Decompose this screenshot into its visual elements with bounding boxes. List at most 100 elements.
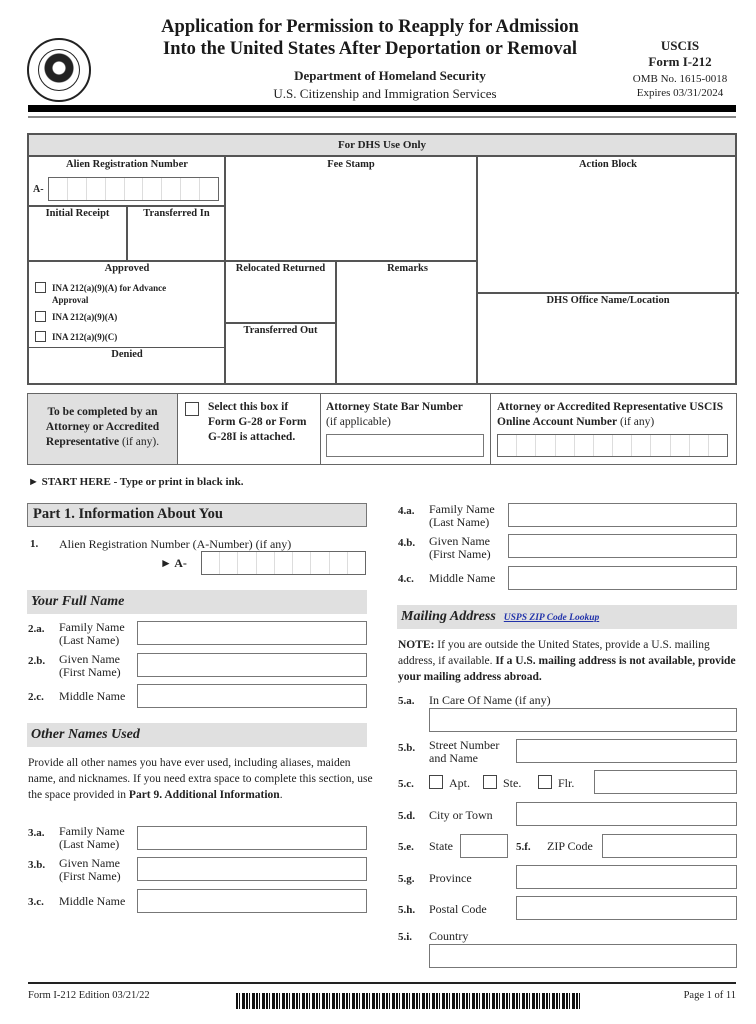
- q5c-number: 5.c.: [398, 778, 414, 790]
- checkbox[interactable]: [35, 311, 46, 322]
- other-given-name-input[interactable]: [137, 857, 367, 881]
- q2c-number: 2.c.: [28, 691, 44, 703]
- flr-checkbox[interactable]: [538, 775, 552, 789]
- checkbox[interactable]: [35, 331, 46, 342]
- middle-name-input[interactable]: [137, 684, 367, 708]
- other-family-name-2-input[interactable]: [508, 503, 737, 527]
- mailing-note: NOTE: If you are outside the United Stat…: [398, 639, 736, 683]
- divider: [476, 157, 478, 385]
- action-block-label: Action Block: [578, 159, 638, 170]
- header-rule-thin: [28, 116, 736, 118]
- approved-option-9c[interactable]: INA 212(a)(9)(C): [35, 331, 117, 343]
- q5d-number: 5.d.: [398, 810, 416, 822]
- given-name-input[interactable]: [137, 653, 367, 677]
- a-number-input[interactable]: [201, 551, 366, 575]
- q1-number: 1.: [30, 538, 39, 550]
- other-middle-name-2-input[interactable]: [508, 566, 737, 590]
- header-rule: [28, 105, 736, 112]
- zip-code-input[interactable]: [602, 834, 737, 858]
- bar-number-input[interactable]: [326, 434, 484, 457]
- g28-checkbox-cell: Select this box if Form G-28 or Form G-2…: [178, 394, 321, 464]
- q3b-number: 3.b.: [28, 859, 46, 871]
- attorney-intro: To be completed by an Attorney or Accred…: [28, 394, 178, 464]
- account-number-input[interactable]: [497, 434, 728, 457]
- postal-code-input[interactable]: [516, 896, 737, 920]
- city-input[interactable]: [516, 802, 737, 826]
- divider: [29, 205, 225, 207]
- q3a-number: 3.a.: [28, 827, 45, 839]
- country-input[interactable]: [429, 944, 737, 968]
- q1-label: Alien Registration Number (A-Number) (if…: [59, 537, 292, 551]
- state-input[interactable]: [460, 834, 508, 858]
- q1-prefix: ► A-: [160, 556, 187, 570]
- department-name: Department of Homeland Security: [294, 68, 486, 83]
- transferred-in-label: Transferred In: [143, 208, 210, 219]
- q2c-label: Middle Name: [59, 689, 126, 703]
- q2b-number: 2.b.: [28, 655, 46, 667]
- q5f-label: ZIP Code: [547, 839, 593, 853]
- omb-number: OMB No. 1615-0018: [632, 73, 728, 85]
- province-input[interactable]: [516, 865, 737, 889]
- dhs-office-label: DHS Office Name/Location: [546, 295, 670, 306]
- q5e-number: 5.e.: [398, 841, 414, 853]
- mailing-address-header: Mailing Address USPS ZIP Code Lookup: [397, 605, 737, 629]
- other-middle-name-input[interactable]: [137, 889, 367, 913]
- other-family-name-input[interactable]: [137, 826, 367, 850]
- remarks-label: Remarks: [387, 263, 428, 274]
- divider: [477, 292, 739, 294]
- q5b-label: Street Number and Name: [429, 738, 500, 765]
- q4b-number: 4.b.: [398, 537, 416, 549]
- attorney-section: To be completed by an Attorney or Accred…: [27, 393, 737, 465]
- q3c-label: Middle Name: [59, 894, 126, 908]
- account-number-label: Attorney or Accredited Representative US…: [497, 401, 724, 428]
- checkbox[interactable]: [35, 282, 46, 293]
- dhs-seal-icon: [27, 38, 91, 102]
- divider: [29, 260, 477, 262]
- denied-label: Denied: [111, 349, 143, 360]
- q5h-label: Postal Code: [429, 902, 487, 916]
- dhs-a-number-field[interactable]: [48, 177, 219, 201]
- in-care-of-input[interactable]: [429, 708, 737, 732]
- expiration-date: Expires 03/31/2024: [636, 87, 724, 99]
- q4c-number: 4.c.: [398, 573, 414, 585]
- other-given-name-2-input[interactable]: [508, 534, 737, 558]
- approved-option-advance[interactable]: INA 212(a)(9)(A) for Advance Approval: [35, 282, 166, 306]
- q5e-label: State: [429, 839, 453, 853]
- approved-label: Approved: [104, 263, 150, 274]
- form-number: Form I-212: [648, 54, 712, 69]
- dhs-use-header: For DHS Use Only: [29, 135, 735, 157]
- q5d-label: City or Town: [429, 808, 493, 822]
- fee-stamp-label: Fee Stamp: [327, 159, 375, 170]
- q2a-label: Family Name (Last Name): [59, 620, 125, 647]
- a-number-prefix: A-: [33, 184, 44, 195]
- q4c-label: Middle Name: [429, 571, 496, 585]
- q3a-label: Family Name (Last Name): [59, 824, 125, 851]
- q5a-label: In Care Of Name (if any): [429, 693, 551, 707]
- family-name-input[interactable]: [137, 621, 367, 645]
- agency-name: U.S. Citizenship and Immigration Service…: [273, 86, 497, 101]
- transferred-out-label: Transferred Out: [243, 325, 318, 336]
- q3b-label: Given Name (First Name): [59, 856, 121, 883]
- bar-number-cell: Attorney State Bar Number (if applicable): [321, 394, 491, 464]
- form-title: Application for Permission to Reapply fo…: [150, 16, 590, 60]
- ste-checkbox[interactable]: [483, 775, 497, 789]
- apt-label: Apt.: [449, 776, 470, 790]
- g28-label: Select this box if Form G-28 or Form G-2…: [208, 401, 307, 443]
- barcode-icon: [236, 993, 581, 1009]
- agency-short: USCIS: [660, 38, 700, 53]
- apt-checkbox[interactable]: [429, 775, 443, 789]
- q2b-label: Given Name (First Name): [59, 652, 121, 679]
- usps-zip-lookup-link[interactable]: USPS ZIP Code Lookup: [504, 613, 599, 623]
- g28-checkbox[interactable]: [185, 402, 199, 416]
- other-names-instructions: Provide all other names you have ever us…: [28, 757, 373, 801]
- approved-option-9a[interactable]: INA 212(a)(9)(A): [35, 311, 117, 323]
- initial-receipt-label: Initial Receipt: [45, 208, 110, 219]
- divider: [225, 322, 336, 324]
- page-number: Page 1 of 11: [683, 990, 736, 1001]
- q3c-number: 3.c.: [28, 896, 44, 908]
- unit-number-input[interactable]: [594, 770, 737, 794]
- alien-registration-label: Alien Registration Number: [66, 159, 188, 170]
- flr-label: Flr.: [558, 776, 575, 790]
- q5a-number: 5.a.: [398, 695, 415, 707]
- street-input[interactable]: [516, 739, 737, 763]
